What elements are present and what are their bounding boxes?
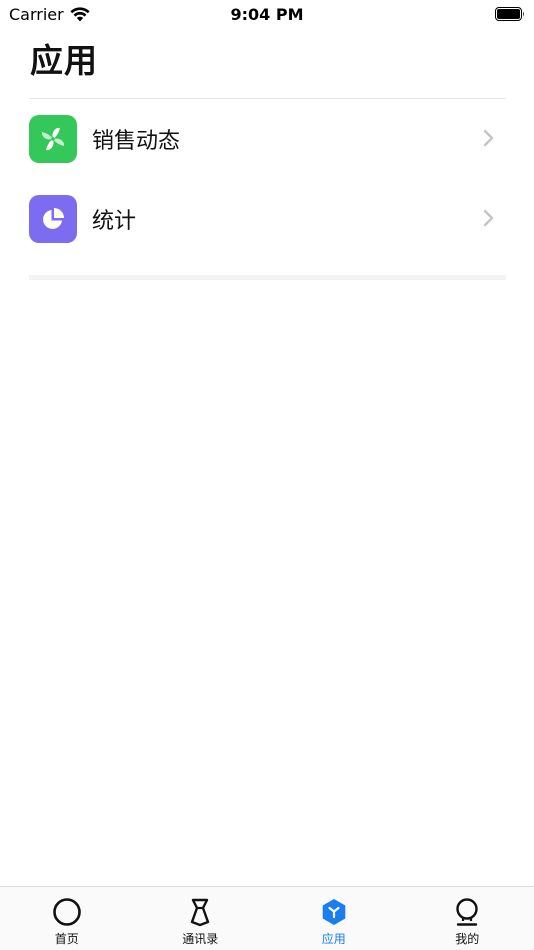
tab-apps[interactable]: 应用: [267, 887, 401, 950]
chevron-right-icon: [483, 129, 494, 147]
pie-chart-icon: [29, 195, 77, 243]
tab-label-contacts: 通讯录: [182, 932, 219, 946]
chevron-right-icon: [483, 209, 494, 227]
app-label-statistics: 统计: [92, 209, 137, 234]
tab-label-home: 首页: [54, 932, 79, 946]
tab-contacts[interactable]: 通讯录: [134, 887, 268, 950]
profile-person-icon: [456, 898, 478, 926]
app-item-sales-dynamics[interactable]: 销售动态: [29, 99, 506, 179]
status-bar: Carrier 9:04 PM: [0, 0, 534, 28]
status-time: 9:04 PM: [230, 5, 304, 24]
contacts-tie-icon: [191, 898, 210, 927]
battery-icon: [495, 7, 524, 21]
tab-label-apps: 应用: [321, 932, 346, 946]
tab-bar: 首页 通讯录 应用 我的: [0, 886, 534, 950]
app-label-sales-dynamics: 销售动态: [92, 129, 181, 154]
section-divider: [29, 275, 506, 280]
pinwheel-icon: [29, 115, 77, 163]
app-item-statistics[interactable]: 统计: [29, 179, 506, 259]
hexagon-apps-icon: [322, 899, 346, 925]
app-list: 销售动态 统计: [29, 99, 506, 259]
circle-home-icon: [52, 898, 81, 926]
tab-me[interactable]: 我的: [401, 887, 534, 950]
tab-label-me: 我的: [455, 932, 480, 946]
tab-home[interactable]: 首页: [0, 887, 134, 950]
page-title: 应用: [30, 41, 98, 80]
